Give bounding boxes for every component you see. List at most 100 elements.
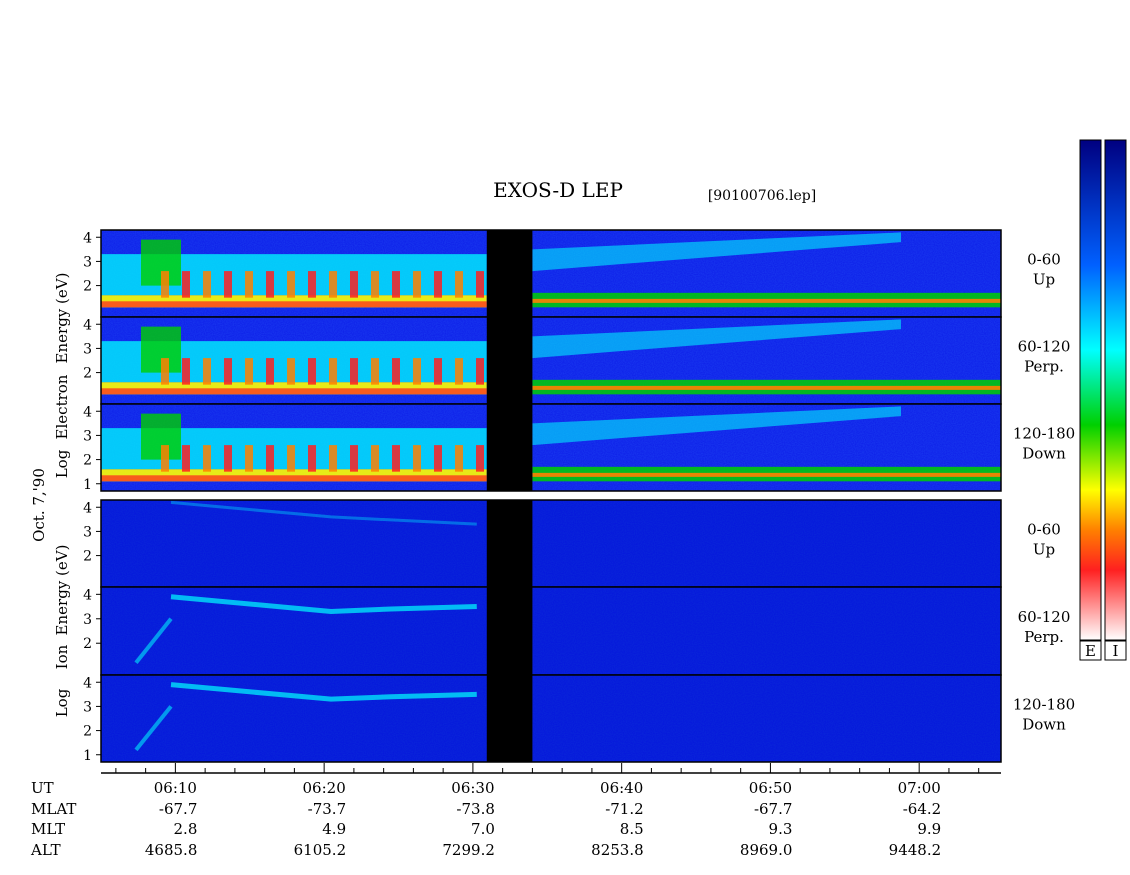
y-tick-label: 2 [83, 724, 92, 740]
y-tick-label: 2 [83, 549, 92, 565]
hot-spot [413, 445, 421, 472]
hot-spot [182, 271, 190, 298]
panel-ion-60-120: 4 3 2 60-120 Perp. [83, 586, 1070, 676]
hot-spot [413, 358, 421, 385]
hot-spot [329, 358, 337, 385]
hot-spot [266, 445, 274, 472]
ephemeris-alt-value: 8969.0 [740, 841, 793, 859]
ephemeris-ut-value: 06:30 [451, 779, 494, 797]
hot-spot [392, 358, 400, 385]
panel-ion-0-60: 4 3 2 0-60 Up [83, 499, 1061, 588]
hot-spot [224, 445, 232, 472]
hot-spot [161, 358, 169, 385]
orange-line [532, 298, 1001, 303]
ephemeris-mlt-value: 9.3 [769, 820, 793, 838]
colorbar-label: I [1113, 642, 1119, 660]
hot-spot [476, 445, 484, 472]
y-tick-label: 3 [83, 341, 92, 357]
ion-ylabel-species: Ion [53, 644, 71, 669]
electron-ylabel-energy: Energy (eV) [53, 273, 71, 364]
ephemeris-alt-value: 7299.2 [442, 841, 495, 859]
hot-spot [371, 445, 379, 472]
pitch-range-label: 120-180 [1013, 696, 1075, 714]
panel-ion-120-180: 4 3 2 1 120-180 Down [83, 674, 1075, 764]
ephemeris-table: UT MLAT MLT ALT 06:10 -67.7 2.8 4685.8 06:20 -73.… [30, 779, 941, 859]
y-tick-label: 2 [83, 453, 92, 469]
ephemeris-row-label: MLT [31, 820, 65, 838]
hot-spot [455, 271, 463, 298]
y-tick-label: 2 [83, 366, 92, 382]
pitch-range-label: 0-60 [1027, 251, 1061, 269]
electron-ylabel-log: Log [53, 449, 71, 478]
hot-spot [434, 271, 442, 298]
data-gap [486, 317, 533, 404]
ephemeris-ut-value: 06:10 [154, 779, 197, 797]
ephemeris-mlat-value: -73.8 [456, 800, 494, 818]
hot-spot [434, 445, 442, 472]
data-gap [486, 404, 533, 491]
panel-electron-60-120: 4 3 2 60-120 Perp. [83, 316, 1071, 405]
orange-line [532, 472, 1001, 477]
ephemeris-mlt-value: 4.9 [322, 820, 346, 838]
ephemeris-mlat-value: -71.2 [605, 800, 643, 818]
ephemeris-mlat-value: -67.7 [159, 800, 197, 818]
ephemeris-mlt-value: 7.0 [471, 820, 495, 838]
hot-spot [161, 271, 169, 298]
data-gap [486, 587, 533, 675]
direction-label: Perp. [1024, 628, 1064, 646]
hot-spot [287, 358, 295, 385]
hot-spot [413, 271, 421, 298]
direction-label: Up [1033, 271, 1055, 289]
red-lower-band [101, 475, 487, 482]
date-label: Oct. 7,'90 [30, 468, 48, 542]
panel-electron-0-60: 4 3 2 0-60 Up [83, 229, 1061, 318]
y-tick-label: 3 [83, 254, 92, 270]
time-axis [101, 763, 1001, 774]
hot-spot [182, 358, 190, 385]
y-tick-label: 2 [83, 279, 92, 295]
y-tick-label: 4 [83, 500, 92, 516]
ion-ylabel-log: Log [53, 688, 71, 717]
hot-spot [287, 271, 295, 298]
ephemeris-row-label: UT [31, 779, 54, 797]
hot-spot [392, 271, 400, 298]
hot-spot [245, 445, 253, 472]
hot-spot [434, 358, 442, 385]
hot-spot [308, 358, 316, 385]
hot-spot [308, 271, 316, 298]
ephemeris-alt-value: 8253.8 [591, 841, 644, 859]
ephemeris-mlat-value: -64.2 [903, 800, 941, 818]
ephemeris-alt-value: 6105.2 [294, 841, 347, 859]
y-tick-label: 4 [83, 587, 92, 603]
panel-electron-120-180: 4 3 2 1 120-180 Down [83, 403, 1075, 493]
pitch-range-label: 0-60 [1027, 521, 1061, 539]
hot-spot [203, 445, 211, 472]
colorbar-label: E [1085, 642, 1096, 660]
direction-label: Perp. [1024, 358, 1064, 376]
hot-spot [182, 445, 190, 472]
ephemeris-mlt-value: 8.5 [620, 820, 644, 838]
electron-ylabel-species: Electron [53, 374, 71, 439]
y-tick-label: 4 [83, 404, 92, 420]
data-gap [486, 675, 533, 762]
ephemeris-ut-value: 07:00 [898, 779, 941, 797]
ephemeris-alt-value: 4685.8 [145, 841, 198, 859]
hot-spot [371, 271, 379, 298]
y-tick-label: 3 [83, 612, 92, 628]
hot-spot [371, 358, 379, 385]
pitch-range-label: 60-120 [1018, 338, 1071, 356]
hot-spot [245, 358, 253, 385]
direction-label: Down [1022, 445, 1066, 463]
data-gap [486, 230, 533, 317]
red-lower-band [101, 301, 487, 308]
chart-title: EXOS-D LEP [493, 178, 623, 202]
y-tick-label: 3 [83, 699, 92, 715]
hot-spot [308, 445, 316, 472]
ephemeris-mlt-value: 2.8 [174, 820, 198, 838]
y-tick-label: 1 [83, 477, 92, 493]
ephemeris-ut-value: 06:20 [303, 779, 346, 797]
hot-spot [350, 445, 358, 472]
direction-label: Down [1022, 716, 1066, 734]
hot-spot [203, 271, 211, 298]
orange-line [532, 385, 1001, 390]
